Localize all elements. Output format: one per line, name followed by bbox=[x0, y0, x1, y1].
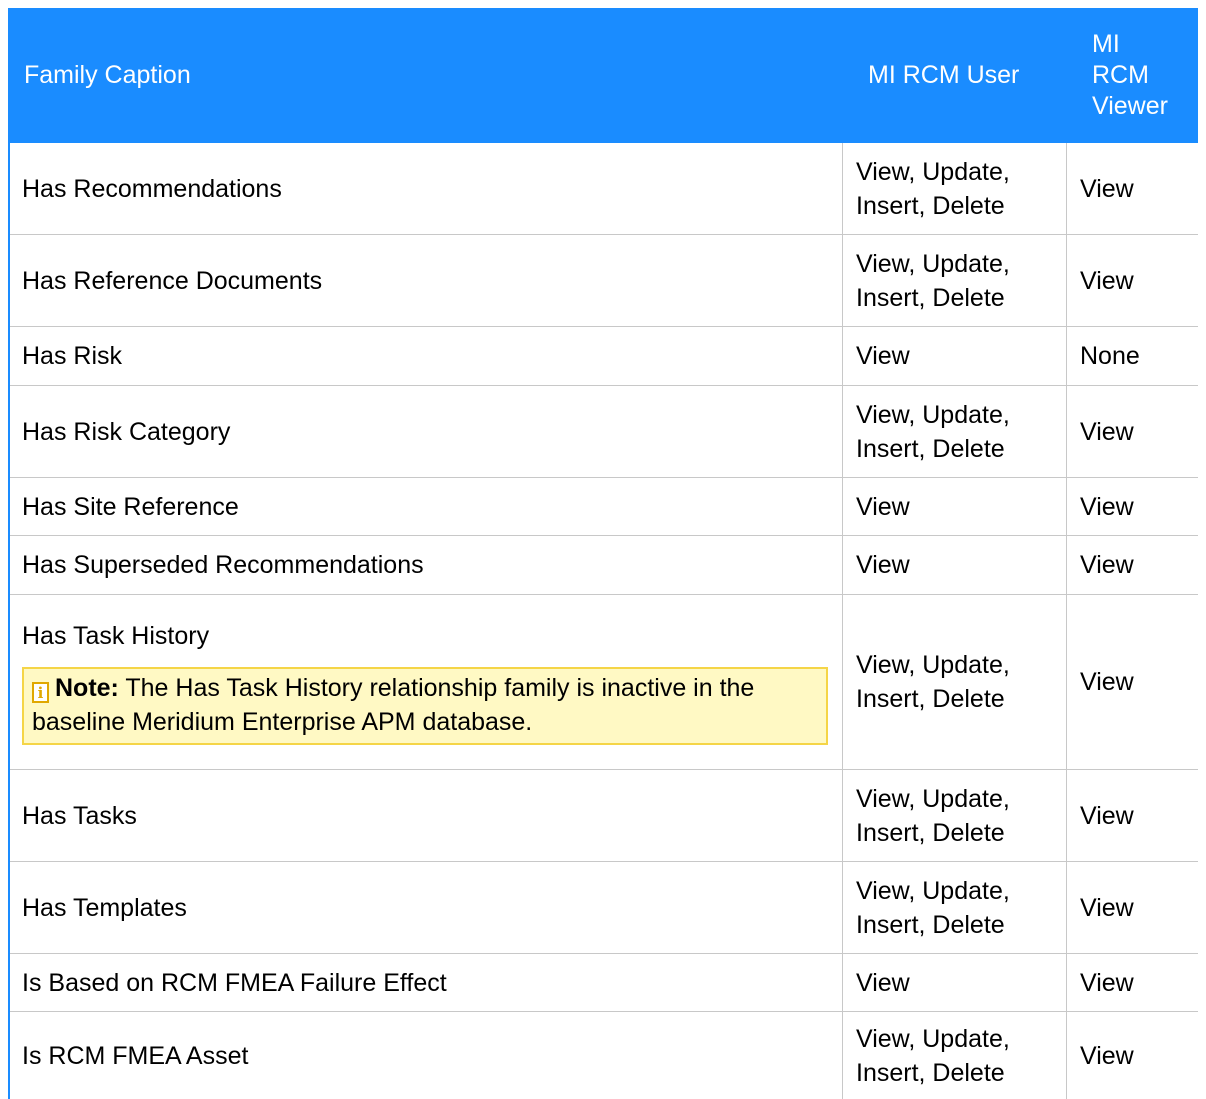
table-row: Has Tasks View, Update, Insert, Delete V… bbox=[10, 770, 1198, 862]
permission-line: Insert, Delete bbox=[856, 191, 1005, 220]
family-caption-text: Has Task History bbox=[22, 622, 210, 650]
permission-line: Insert, Delete bbox=[856, 910, 1005, 939]
table-row: Has Reference Documents View, Update, In… bbox=[10, 235, 1198, 327]
table-row: Has Superseded Recommendations View View bbox=[10, 536, 1198, 595]
mi-rcm-viewer-cell: View bbox=[1080, 1041, 1134, 1070]
family-caption-cell: Has Task History i Note: The Has Task His… bbox=[22, 595, 842, 769]
header-mi-rcm-viewer-line: Viewer bbox=[1092, 92, 1168, 120]
permission-line: View, Update, bbox=[856, 249, 1010, 278]
permission-line: Insert, Delete bbox=[856, 434, 1005, 463]
table-row: Has Templates View, Update, Insert, Dele… bbox=[10, 862, 1198, 954]
family-caption-cell: Has Site Reference bbox=[22, 492, 239, 521]
mi-rcm-viewer-cell: View bbox=[1080, 417, 1134, 446]
permission-line: Insert, Delete bbox=[856, 685, 1005, 713]
mi-rcm-user-cell: View bbox=[856, 968, 910, 997]
note-label: Note: bbox=[55, 674, 119, 702]
family-caption-cell: Is Based on RCM FMEA Failure Effect bbox=[22, 968, 447, 997]
mi-rcm-user-cell: View bbox=[856, 492, 910, 521]
table-row: Has Task History i Note: The Has Task His… bbox=[10, 595, 1198, 770]
mi-rcm-viewer-cell: View bbox=[1080, 668, 1134, 696]
mi-rcm-user-cell: View, Update, Insert, Delete bbox=[856, 143, 1066, 234]
family-caption-cell: Has Risk Category bbox=[22, 417, 231, 446]
table-row: Is RCM FMEA Asset View, Update, Insert, … bbox=[10, 1012, 1198, 1099]
family-caption-cell: Has Reference Documents bbox=[22, 266, 323, 295]
table-header: Family Caption MI RCM User MI RCM Viewer bbox=[10, 8, 1198, 143]
table-row: Has Risk Category View, Update, Insert, … bbox=[10, 386, 1198, 478]
mi-rcm-user-cell: View, Update, Insert, Delete bbox=[856, 235, 1066, 326]
family-caption-cell: Has Recommendations bbox=[22, 174, 282, 203]
permission-line: Insert, Delete bbox=[856, 1058, 1005, 1087]
family-caption-cell: Has Templates bbox=[22, 893, 187, 922]
permission-line: View, Update, bbox=[856, 400, 1010, 429]
mi-rcm-user-cell: View bbox=[856, 342, 910, 370]
note-text: The Has Task History relationship family… bbox=[32, 674, 755, 736]
mi-rcm-viewer-cell: View bbox=[1080, 174, 1134, 203]
info-note-icon: i bbox=[32, 682, 49, 703]
family-caption-cell: Has Risk bbox=[22, 342, 123, 370]
mi-rcm-viewer-cell: None bbox=[1080, 342, 1140, 370]
family-caption-cell: Has Superseded Recommendations bbox=[22, 551, 424, 579]
permission-line: View, Update, bbox=[856, 784, 1010, 813]
header-mi-rcm-viewer: MI RCM Viewer bbox=[1092, 8, 1202, 143]
mi-rcm-viewer-cell: View bbox=[1080, 893, 1134, 922]
table-row: Has Recommendations View, Update, Insert… bbox=[10, 143, 1198, 235]
family-caption-cell: Has Tasks bbox=[22, 801, 137, 830]
mi-rcm-user-cell: View, Update, Insert, Delete bbox=[856, 862, 1066, 953]
mi-rcm-viewer-cell: View bbox=[1080, 266, 1134, 295]
header-family-caption: Family Caption bbox=[24, 61, 191, 89]
note-box: i Note: The Has Task History relationship… bbox=[22, 667, 828, 745]
header-mi-rcm-viewer-line: RCM bbox=[1092, 61, 1149, 89]
permission-line: View, Update, bbox=[856, 157, 1010, 186]
mi-rcm-user-cell: View, Update, Insert, Delete bbox=[856, 595, 1066, 769]
header-mi-rcm-user: MI RCM User bbox=[868, 61, 1020, 89]
table-row: Has Site Reference View View bbox=[10, 478, 1198, 536]
mi-rcm-user-cell: View bbox=[856, 551, 910, 579]
mi-rcm-viewer-cell: View bbox=[1080, 968, 1134, 997]
header-mi-rcm-viewer-line: MI bbox=[1092, 30, 1120, 58]
mi-rcm-user-cell: View, Update, Insert, Delete bbox=[856, 770, 1066, 861]
permission-line: Insert, Delete bbox=[856, 818, 1005, 847]
mi-rcm-user-cell: View, Update, Insert, Delete bbox=[856, 386, 1066, 477]
permission-line: View, Update, bbox=[856, 1024, 1010, 1053]
permission-line: View, Update, bbox=[856, 651, 1010, 679]
family-caption-cell: Is RCM FMEA Asset bbox=[22, 1041, 249, 1070]
permission-line: View, Update, bbox=[856, 876, 1010, 905]
mi-rcm-user-cell: View, Update, Insert, Delete bbox=[856, 1012, 1066, 1099]
permission-line: Insert, Delete bbox=[856, 283, 1005, 312]
mi-rcm-viewer-cell: View bbox=[1080, 801, 1134, 830]
table-row: Has Risk View None bbox=[10, 327, 1198, 386]
mi-rcm-viewer-cell: View bbox=[1080, 551, 1134, 579]
mi-rcm-viewer-cell: View bbox=[1080, 492, 1134, 521]
table-row: Is Based on RCM FMEA Failure Effect View… bbox=[10, 954, 1198, 1012]
